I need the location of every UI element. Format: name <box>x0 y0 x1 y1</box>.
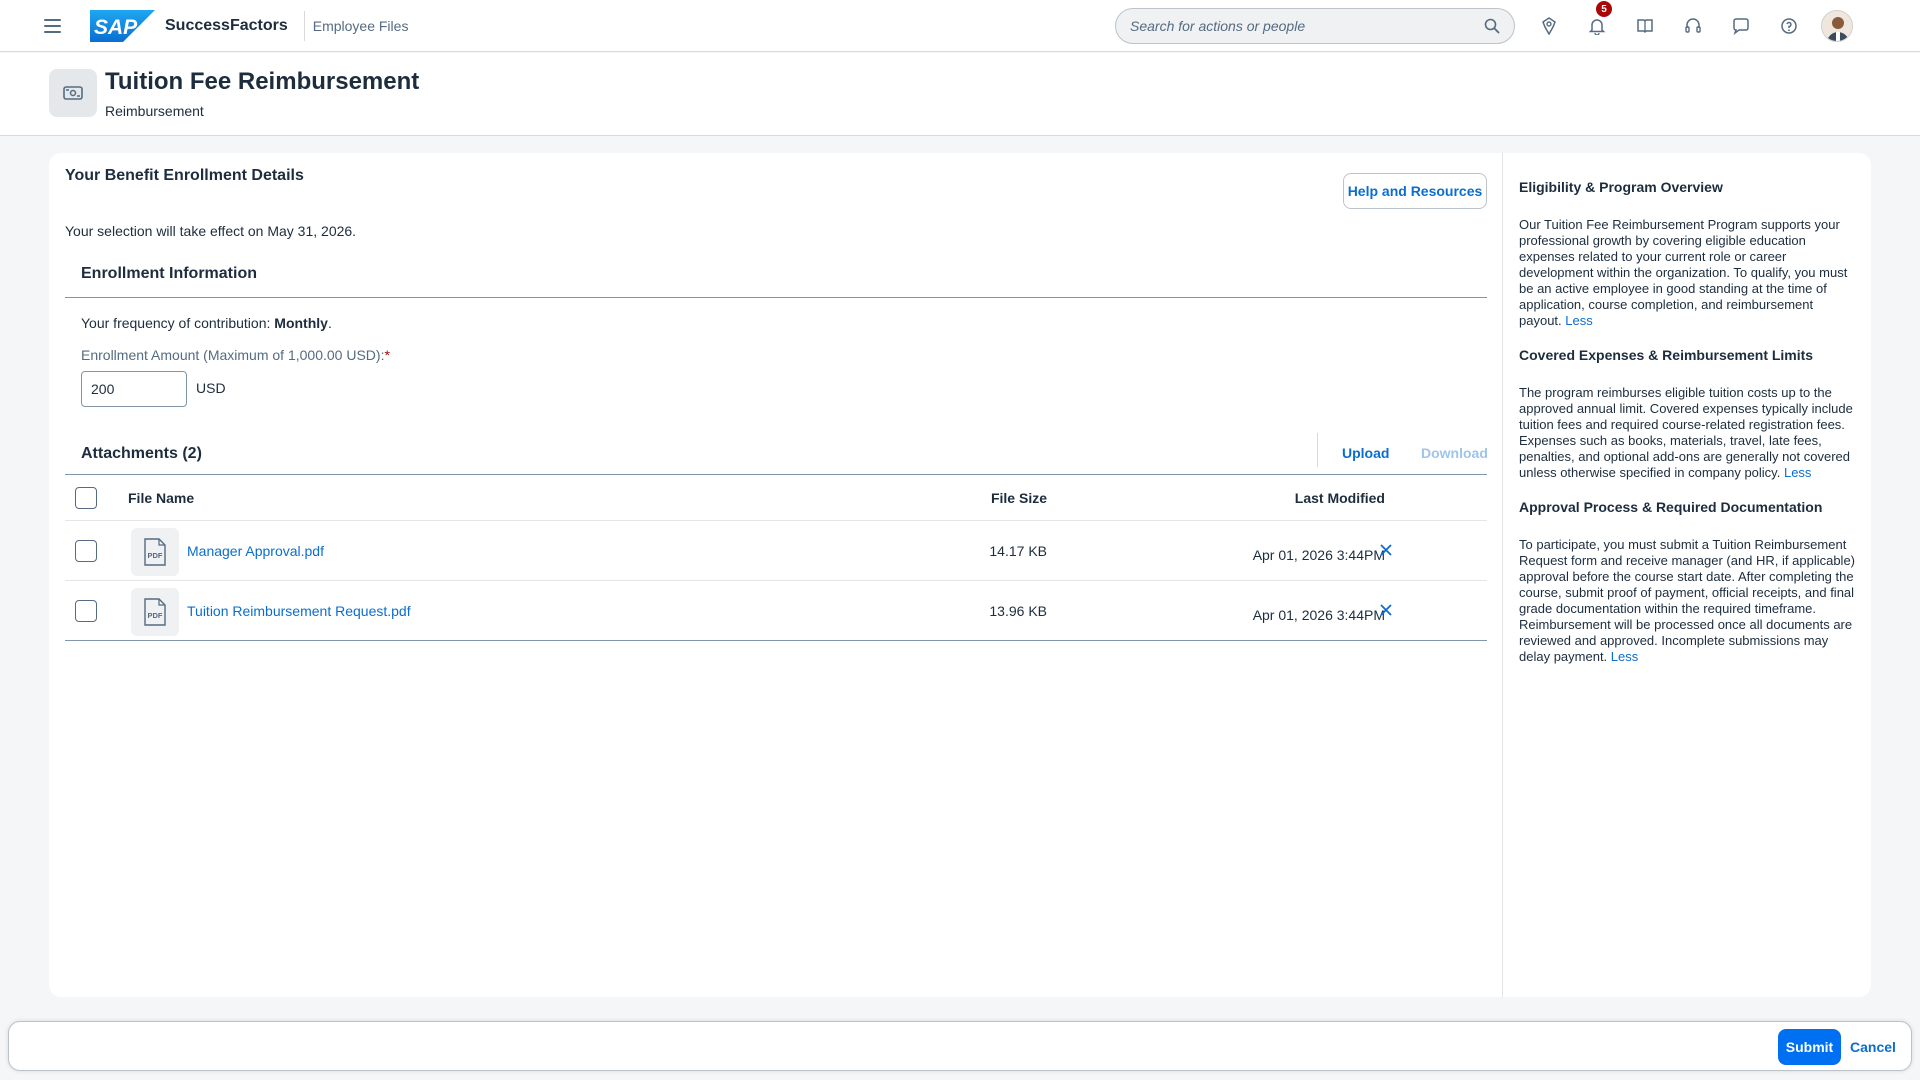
search-icon[interactable] <box>1484 18 1500 34</box>
submit-button[interactable]: Submit <box>1778 1029 1841 1065</box>
enrollment-amount-input[interactable] <box>81 371 187 407</box>
sidebar-section-approval: Approval Process & Required Documentatio… <box>1519 499 1855 665</box>
required-marker: * <box>384 347 390 363</box>
less-link[interactable]: Less <box>1565 313 1592 328</box>
shell-actions: 5 <box>1525 1 1853 44</box>
book-icon[interactable] <box>1621 8 1669 44</box>
table-row: PDF Manager Approval.pdf 14.17 KB Apr 01… <box>65 521 1487 581</box>
page-title: Tuition Fee Reimbursement <box>105 68 420 95</box>
row-checkbox[interactable] <box>75 540 97 562</box>
last-modified: Apr 01, 2026 3:44PM <box>1252 547 1385 563</box>
sidebar-section-text: Our Tuition Fee Reimbursement Program su… <box>1519 217 1855 329</box>
search-input[interactable] <box>1130 18 1484 34</box>
shell-section-title: Employee Files <box>312 17 409 34</box>
pdf-icon: PDF <box>131 588 179 636</box>
amount-currency: USD <box>196 380 226 396</box>
close-icon[interactable] <box>1375 539 1397 561</box>
frequency-prefix: Your frequency of contribution: <box>81 315 275 331</box>
file-size: 14.17 KB <box>989 543 1047 559</box>
column-file-size: File Size <box>990 490 1047 506</box>
program-overview-sidebar: Eligibility & Program Overview Our Tuiti… <box>1503 153 1871 997</box>
shell-separator <box>303 10 305 41</box>
column-file-name: File Name <box>128 490 195 506</box>
footer-toolbar: Submit Cancel <box>8 1021 1912 1071</box>
pdf-icon: PDF <box>131 528 179 576</box>
sidebar-section-title: Approval Process & Required Documentatio… <box>1519 499 1823 515</box>
pin-icon[interactable] <box>1525 8 1573 44</box>
table-header-row: File Name File Size Last Modified <box>65 475 1487 521</box>
svg-text:PDF: PDF <box>148 551 163 560</box>
download-button[interactable]: Download <box>1421 445 1488 461</box>
sidebar-section-eligibility: Eligibility & Program Overview Our Tuiti… <box>1519 179 1855 329</box>
chat-icon[interactable] <box>1717 8 1765 44</box>
svg-text:SAP: SAP <box>94 16 138 39</box>
sidebar-section-text: To participate, you must submit a Tuitio… <box>1519 537 1855 665</box>
menu-icon[interactable] <box>40 13 66 39</box>
sidebar-section-title: Eligibility & Program Overview <box>1519 179 1723 195</box>
cancel-button[interactable]: Cancel <box>1846 1029 1900 1065</box>
section-title: Your Benefit Enrollment Details <box>65 167 304 184</box>
effective-date-text: Your selection will take effect on May 3… <box>65 223 357 239</box>
enrollment-amount-label: Enrollment Amount (Maximum of 1,000.00 U… <box>81 347 390 363</box>
less-link[interactable]: Less <box>1611 649 1638 664</box>
sap-logo[interactable]: SAP <box>90 9 155 42</box>
row-checkbox[interactable] <box>75 600 97 622</box>
enrollment-information-heading: Enrollment Information <box>65 265 1487 298</box>
contribution-frequency: Your frequency of contribution: Monthly. <box>81 315 332 331</box>
upload-button[interactable]: Upload <box>1342 445 1389 461</box>
headset-icon[interactable] <box>1669 8 1717 44</box>
reimbursement-icon <box>49 69 97 117</box>
select-all-checkbox[interactable] <box>75 487 97 509</box>
bell-icon <box>1588 19 1606 35</box>
avatar[interactable] <box>1821 10 1853 42</box>
file-size: 13.96 KB <box>989 603 1047 619</box>
sidebar-section-title: Covered Expenses & Reimbursement Limits <box>1519 347 1814 363</box>
file-link[interactable]: Manager Approval.pdf <box>187 543 324 559</box>
enrollment-details-panel: Your Benefit Enrollment Details Help and… <box>49 153 1503 997</box>
close-icon[interactable] <box>1375 599 1397 621</box>
notifications-button[interactable]: 5 <box>1573 1 1621 44</box>
table-row: PDF Tuition Reimbursement Request.pdf 13… <box>65 581 1487 641</box>
svg-text:PDF: PDF <box>148 611 163 620</box>
page-subtitle: Reimbursement <box>105 103 204 119</box>
notification-badge: 5 <box>1596 1 1612 17</box>
last-modified: Apr 01, 2026 3:44PM <box>1252 607 1385 623</box>
attachments-toolbar: Attachments (2) Upload Download <box>65 433 1488 475</box>
enrollment-card: Your Benefit Enrollment Details Help and… <box>49 153 1871 997</box>
sidebar-section-expenses: Covered Expenses & Reimbursement Limits … <box>1519 347 1855 481</box>
column-last-modified: Last Modified <box>1294 490 1385 506</box>
help-and-resources-button[interactable]: Help and Resources <box>1343 173 1487 209</box>
section-body: To participate, you must submit a Tuitio… <box>1519 537 1856 664</box>
shell-bar: SAP SuccessFactors Employee Files 5 <box>0 0 1920 52</box>
help-icon[interactable] <box>1765 8 1813 44</box>
search-field[interactable] <box>1115 8 1515 44</box>
sidebar-section-text: The program reimburses eligible tuition … <box>1519 385 1855 481</box>
product-name[interactable]: SuccessFactors <box>165 17 288 35</box>
attachments-table: File Name File Size Last Modified PDF Ma… <box>65 475 1487 641</box>
attachments-title: Attachments (2) <box>81 445 202 462</box>
section-body: Our Tuition Fee Reimbursement Program su… <box>1519 217 1848 328</box>
file-link[interactable]: Tuition Reimbursement Request.pdf <box>187 603 411 619</box>
amount-label-text: Enrollment Amount (Maximum of 1,000.00 U… <box>81 347 385 363</box>
toolbar-separator <box>1317 433 1318 467</box>
page-header: Tuition Fee Reimbursement Reimbursement <box>0 53 1920 136</box>
frequency-suffix: . <box>327 315 332 331</box>
less-link[interactable]: Less <box>1784 465 1811 480</box>
frequency-value: Monthly <box>274 315 328 331</box>
